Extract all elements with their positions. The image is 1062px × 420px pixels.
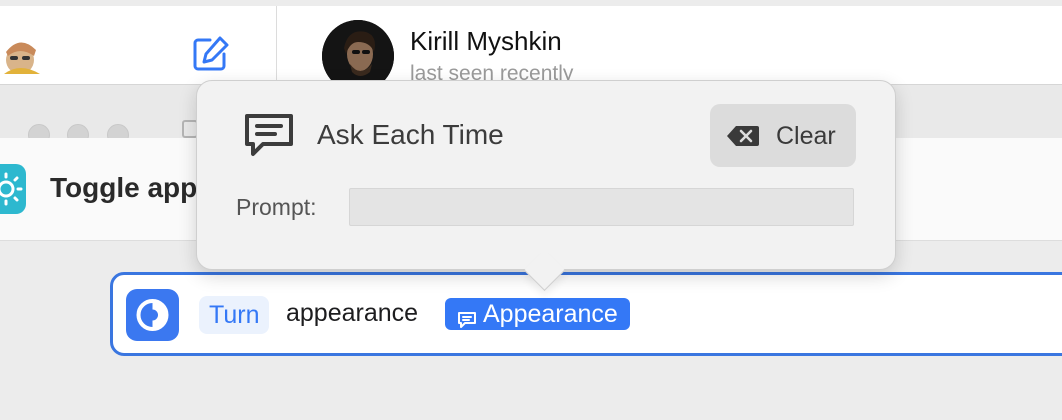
appearance-token-label: Appearance (483, 300, 618, 328)
compose-icon[interactable] (190, 34, 230, 74)
popover-title: Ask Each Time (317, 119, 504, 150)
clear-button[interactable]: Clear (710, 104, 856, 167)
prompt-input[interactable] (349, 188, 854, 226)
sun-icon[interactable] (0, 164, 26, 214)
appearance-variable-token[interactable]: Appearance (445, 298, 630, 330)
speech-bubble-icon (243, 112, 295, 160)
delete-backward-icon (726, 125, 760, 147)
action-text: appearance (286, 299, 419, 327)
chat-header-panel (277, 6, 1062, 86)
appearance-icon (126, 289, 179, 341)
chat-list-avatar[interactable] (0, 34, 44, 74)
clear-button-label: Clear (776, 122, 836, 150)
turn-token[interactable]: Turn (199, 296, 270, 334)
speech-bubble-icon (457, 305, 477, 328)
prompt-label: Prompt: (236, 194, 317, 220)
contact-name[interactable]: Kirill Myshkin (410, 26, 562, 57)
